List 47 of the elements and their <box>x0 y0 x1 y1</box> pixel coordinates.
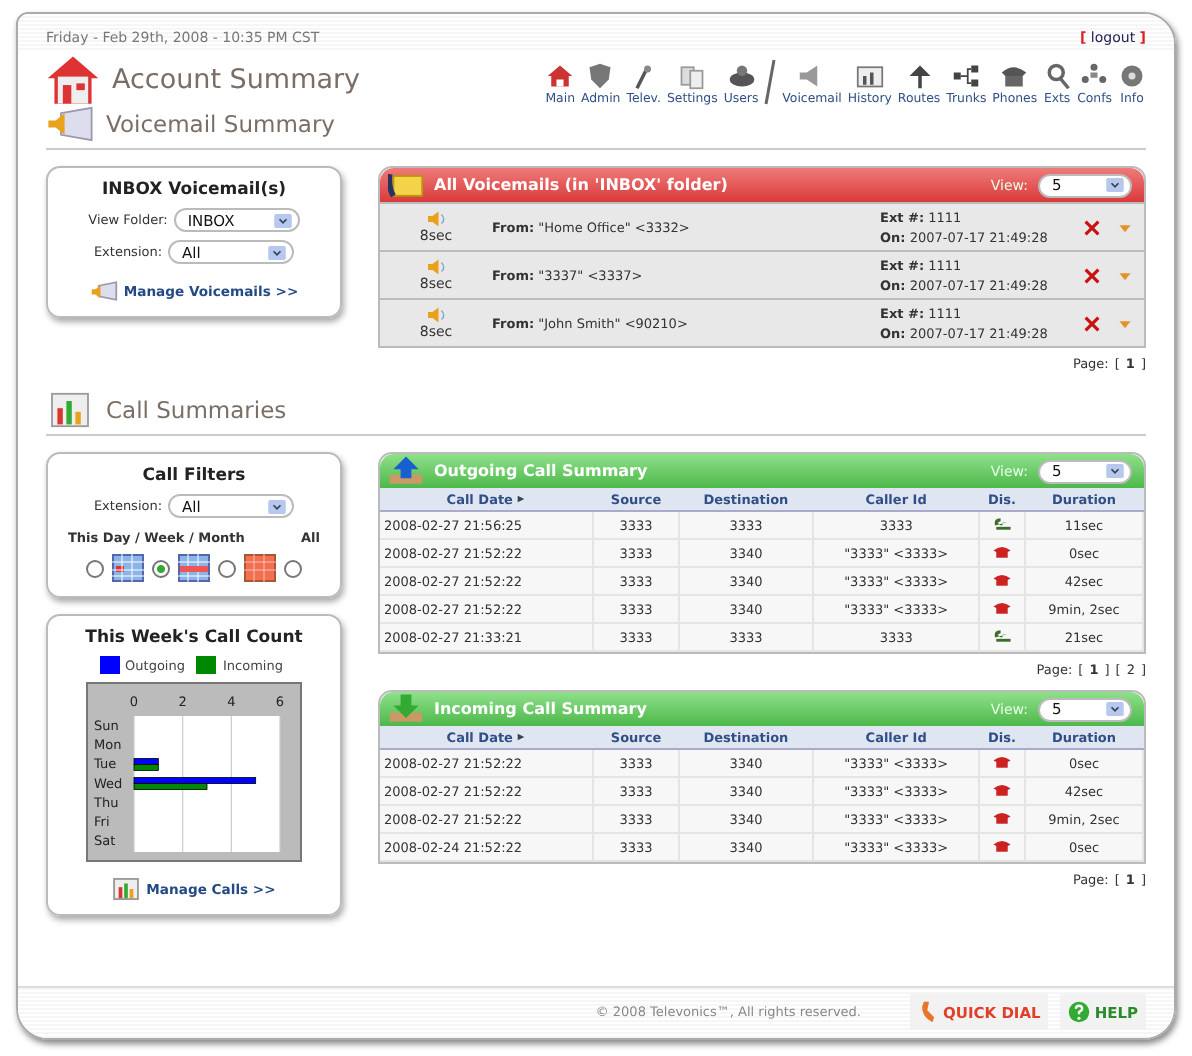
radio-button[interactable] <box>152 559 170 577</box>
shield-icon <box>586 62 615 90</box>
panel-title: Call Filters <box>142 466 246 486</box>
panel-title: INBOX Voicemail(s) <box>101 180 287 200</box>
bar-chart-icon <box>112 878 141 900</box>
dropdown-arrow-icon <box>1106 178 1124 192</box>
magnifier-icon <box>1043 62 1072 90</box>
bar-chart-icon <box>855 62 884 90</box>
delete-icon[interactable] <box>1084 219 1100 235</box>
panel-title: This Week's Call Count <box>85 628 303 648</box>
down-arrow-icon <box>388 694 424 724</box>
section-title: Voicemail Summary <box>106 110 335 138</box>
dropdown-arrow-icon <box>268 245 287 259</box>
panel-title: All Voicemails (in 'INBOX' folder) <box>434 176 730 194</box>
section-title: Call Summaries <box>106 396 287 424</box>
handset-icon <box>917 1000 940 1024</box>
calendar-icon <box>244 554 276 582</box>
help-icon <box>1068 1000 1091 1024</box>
panel-title: Incoming Call Summary <box>434 700 649 718</box>
speaker-envelope-icon <box>89 280 118 302</box>
sort-arrow-icon <box>516 731 527 741</box>
dropdown-arrow-icon <box>1106 702 1124 716</box>
bar-chart-icon <box>46 392 94 428</box>
separator-slash <box>764 58 777 106</box>
page-title: Account Summary <box>112 64 361 96</box>
users-icon <box>727 62 755 90</box>
radio-button[interactable] <box>284 559 302 577</box>
dropdown-arrow-icon <box>273 213 292 227</box>
dropdown-arrow-icon <box>1106 464 1124 478</box>
network-icon <box>952 62 981 90</box>
envelope-phone-icon <box>388 170 424 200</box>
panel-title: Outgoing Call Summary <box>434 462 650 480</box>
calendar-icon <box>112 554 144 582</box>
delete-icon[interactable] <box>1084 267 1100 283</box>
gear-icon <box>1118 62 1146 90</box>
sort-arrow-icon <box>516 493 527 503</box>
cards-icon <box>678 62 707 90</box>
radio-button[interactable] <box>86 559 104 577</box>
radio-button[interactable] <box>218 559 236 577</box>
speaker-envelope-icon <box>46 106 94 142</box>
house-icon <box>546 62 575 90</box>
dropdown-arrow-icon <box>268 499 287 513</box>
delete-icon[interactable] <box>1084 315 1100 331</box>
calendar-icon <box>178 554 210 582</box>
phone-icon <box>1000 62 1029 90</box>
up-arrow-icon <box>388 456 424 486</box>
house-icon <box>46 54 100 106</box>
